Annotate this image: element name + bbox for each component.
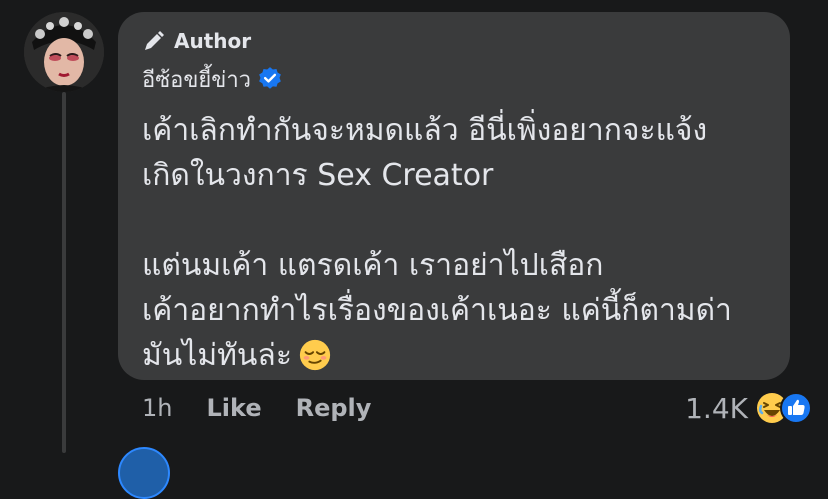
reply-button[interactable]: Reply — [296, 394, 372, 422]
comment-blank-line — [142, 198, 782, 243]
comment-timestamp[interactable]: 1h — [142, 394, 172, 422]
reactions-summary[interactable]: 1.4K — [685, 390, 812, 426]
verified-badge-icon — [259, 67, 281, 89]
comment-line: มันไม่ทันล่ะ — [142, 338, 292, 373]
reaction-count: 1.4K — [685, 391, 748, 425]
relieved-face-emoji — [299, 339, 331, 371]
comment-line: แต่นมเค้า แตรดเค้า เราอย่าไปเสือก — [142, 248, 604, 283]
author-badge: Author — [142, 28, 251, 54]
like-button[interactable]: Like — [206, 394, 261, 422]
reaction-icons — [756, 392, 812, 424]
next-comment-avatar[interactable] — [118, 447, 170, 499]
like-reaction-icon — [780, 392, 812, 424]
comment-last-line: มันไม่ทันล่ะ — [142, 333, 782, 378]
author-name-row: อีซ้อขยี้ข่าว — [142, 62, 283, 96]
author-badge-label: Author — [174, 29, 252, 53]
author-avatar[interactable] — [24, 12, 104, 92]
pen-icon — [145, 31, 164, 50]
comment-actions: 1h Like Reply — [142, 390, 371, 426]
comment-text: เค้าเลิกทำกันจะหมดแล้ว อีนี่เพิ่งอยากจะแ… — [142, 108, 782, 378]
comment-line: เค้าเลิกทำกันจะหมดแล้ว อีนี่เพิ่งอยากจะแ… — [142, 113, 708, 148]
author-name[interactable]: อีซ้อขยี้ข่าว — [142, 62, 251, 97]
comment-line: เค้าอยากทำไรเรื่องของเค้าเนอะ แค่นี้ก็ตา… — [142, 293, 732, 328]
comment-line: เกิดในวงการ Sex Creator — [142, 158, 494, 193]
thread-line — [62, 92, 66, 453]
